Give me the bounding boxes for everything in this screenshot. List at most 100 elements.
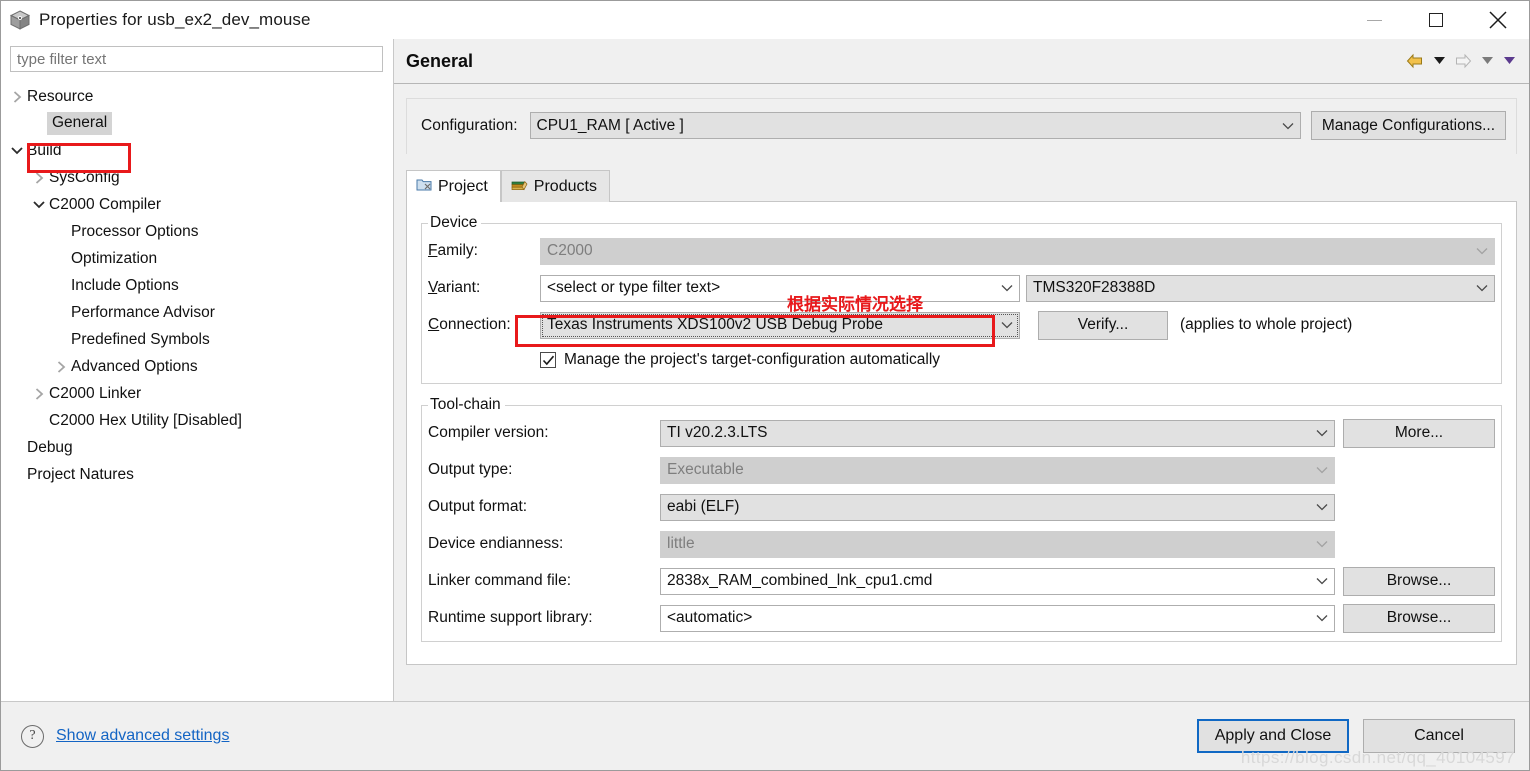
settings-tree[interactable]: Resource General Build SysConfig C2000 Compi…: [1, 83, 393, 701]
chevron-right-icon[interactable]: [53, 360, 69, 373]
properties-dialog: Properties for usb_ex2_dev_mouse Resourc…: [0, 0, 1530, 771]
sidebar-item-label: Include Options: [71, 276, 179, 294]
connection-label-rest: onnection:: [439, 316, 511, 333]
show-advanced-settings-link[interactable]: Show advanced settings: [56, 727, 229, 745]
output-type-combo: Executable: [660, 456, 1335, 484]
sidebar-item-build[interactable]: Build: [1, 137, 393, 164]
question-mark-icon[interactable]: ?: [21, 724, 44, 748]
family-combo: C2000: [540, 237, 1495, 265]
variant-label: Variant:: [428, 279, 540, 297]
device-endianness-value: little: [667, 535, 695, 552]
sidebar-item-debug[interactable]: Debug: [1, 434, 393, 461]
sidebar-item-sysconfig[interactable]: SysConfig: [1, 164, 393, 191]
page-nav-icons: [1403, 49, 1519, 73]
cube-icon: [9, 9, 31, 31]
minimize-icon[interactable]: [1343, 1, 1405, 39]
maximize-icon[interactable]: [1405, 1, 1467, 39]
manage-configurations-button[interactable]: Manage Configurations...: [1310, 111, 1506, 140]
compiler-version-more-button[interactable]: More...: [1343, 418, 1495, 448]
sidebar-item-c2000-hex-utility-disabled[interactable]: C2000 Hex Utility [Disabled]: [1, 407, 393, 434]
toolchain-rows: Compiler version: TI v20.2.3.LTS More... Ou…: [428, 418, 1495, 633]
sidebar-item-label: Resource: [27, 87, 94, 105]
family-label-rest: amily:: [437, 242, 478, 259]
chevron-down-icon: [1316, 458, 1328, 483]
variant-filter-value: <select or type filter text>: [547, 279, 721, 296]
sidebar-item-general[interactable]: General: [1, 110, 393, 137]
back-arrow-icon[interactable]: [1403, 49, 1427, 73]
manage-target-config-label: Manage the project's target-configuratio…: [564, 351, 941, 368]
linker-command-file-label: Linker command file:: [428, 572, 572, 589]
sidebar-item-predefined-symbols[interactable]: Predefined Symbols: [1, 326, 393, 353]
filter-input[interactable]: [10, 46, 383, 72]
back-dropdown-chevron-down-icon[interactable]: [1429, 49, 1449, 73]
chevron-down-icon: [1282, 113, 1294, 138]
linker-command-file-value: 2838x_RAM_combined_lnk_cpu1.cmd: [667, 572, 933, 589]
forward-dropdown-chevron-down-icon[interactable]: [1477, 49, 1497, 73]
project-tab-panel: Device Family: C2000 Variant: <select or…: [406, 202, 1517, 665]
linker-command-file-combo[interactable]: 2838x_RAM_combined_lnk_cpu1.cmd: [660, 567, 1335, 595]
sidebar-item-processor-options[interactable]: Processor Options: [1, 218, 393, 245]
manage-target-config-checkbox[interactable]: [540, 352, 556, 368]
view-menu-chevron-down-icon[interactable]: [1499, 49, 1519, 73]
chevron-right-icon[interactable]: [31, 387, 47, 400]
family-row: Family: C2000: [428, 236, 1495, 266]
tab-products-label: Products: [533, 177, 597, 195]
chevron-down-icon: [1316, 421, 1328, 446]
toolchain-group-legend: Tool-chain: [430, 396, 501, 413]
configuration-row: Configuration: CPU1_RAM [ Active ] Manag…: [406, 98, 1517, 154]
sidebar-item-label: Debug: [27, 438, 73, 456]
chevron-right-icon[interactable]: [31, 171, 47, 184]
sidebar-item-label: C2000 Linker: [49, 384, 142, 402]
variant-annotation-text: 根据实际情况选择: [787, 295, 923, 315]
sidebar-item-optimization[interactable]: Optimization: [1, 245, 393, 272]
sidebar-item-label: C2000 Hex Utility [Disabled]: [49, 411, 242, 429]
runtime-support-library-browse-button[interactable]: Browse...: [1343, 603, 1495, 633]
title-bar: Properties for usb_ex2_dev_mouse: [1, 1, 1529, 39]
sidebar-item-include-options[interactable]: Include Options: [1, 272, 393, 299]
sidebar-item-resource[interactable]: Resource: [1, 83, 393, 110]
family-value: C2000: [547, 242, 593, 259]
chevron-down-icon: [1316, 606, 1328, 631]
sidebar-item-c2000-linker[interactable]: C2000 Linker: [1, 380, 393, 407]
manage-target-config-row: Manage the project's target-configuratio…: [428, 347, 1495, 373]
chevron-down-icon: [1316, 569, 1328, 594]
chevron-down-icon[interactable]: [31, 200, 47, 209]
connection-value: Texas Instruments XDS100v2 USB Debug Pro…: [547, 316, 884, 333]
window-title: Properties for usb_ex2_dev_mouse: [39, 10, 311, 29]
sidebar-item-c2000-compiler[interactable]: C2000 Compiler: [1, 191, 393, 218]
verify-button[interactable]: Verify...: [1038, 310, 1168, 340]
connection-combo[interactable]: Texas Instruments XDS100v2 USB Debug Pro…: [540, 311, 1020, 339]
watermark: https://blog.csdn.net/qq_40104597: [1240, 748, 1515, 767]
page-title: General: [406, 50, 474, 71]
compiler-version-value: TI v20.2.3.LTS: [667, 424, 768, 441]
sidebar-item-project-natures[interactable]: Project Natures: [1, 461, 393, 488]
tab-project[interactable]: Project: [406, 170, 501, 202]
chevron-down-icon[interactable]: [9, 146, 25, 155]
tab-project-label: Project: [438, 177, 488, 195]
variant-device-combo[interactable]: TMS320F28388D: [1026, 274, 1495, 302]
compiler-version-button-slot: More...: [1343, 418, 1495, 448]
runtime-support-library-combo[interactable]: <automatic>: [660, 604, 1335, 632]
configuration-combo[interactable]: CPU1_RAM [ Active ]: [529, 112, 1301, 139]
output-type-value: Executable: [667, 461, 744, 478]
sidebar-item-performance-advisor[interactable]: Performance Advisor: [1, 299, 393, 326]
variant-filter-combo[interactable]: <select or type filter text>: [540, 274, 1020, 302]
sidebar-item-label: Processor Options: [71, 222, 199, 240]
dialog-footer: ? Show advanced settings Apply and Close…: [1, 701, 1529, 770]
chevron-right-icon[interactable]: [9, 90, 25, 103]
tab-products[interactable]: Products: [500, 170, 610, 202]
device-endianness-combo: little: [660, 530, 1335, 558]
sidebar-item-advanced-options[interactable]: Advanced Options: [1, 353, 393, 380]
sidebar-item-label: SysConfig: [49, 168, 120, 186]
linker-command-file-button-slot: Browse...: [1343, 566, 1495, 596]
runtime-support-library-label: Runtime support library:: [428, 609, 593, 626]
compiler-version-combo[interactable]: TI v20.2.3.LTS: [660, 419, 1335, 447]
configuration-label: Configuration:: [421, 116, 518, 134]
settings-page: General Configuration: CPU1_RAM [Active…: [394, 39, 1529, 701]
linker-command-file-browse-button[interactable]: Browse...: [1343, 566, 1495, 596]
sidebar-item-label: C2000 Compiler: [49, 195, 161, 213]
chevron-down-icon: [1001, 276, 1013, 301]
output-format-combo[interactable]: eabi (ELF): [660, 493, 1335, 521]
forward-arrow-icon[interactable]: [1451, 49, 1475, 73]
close-icon[interactable]: [1467, 1, 1529, 39]
